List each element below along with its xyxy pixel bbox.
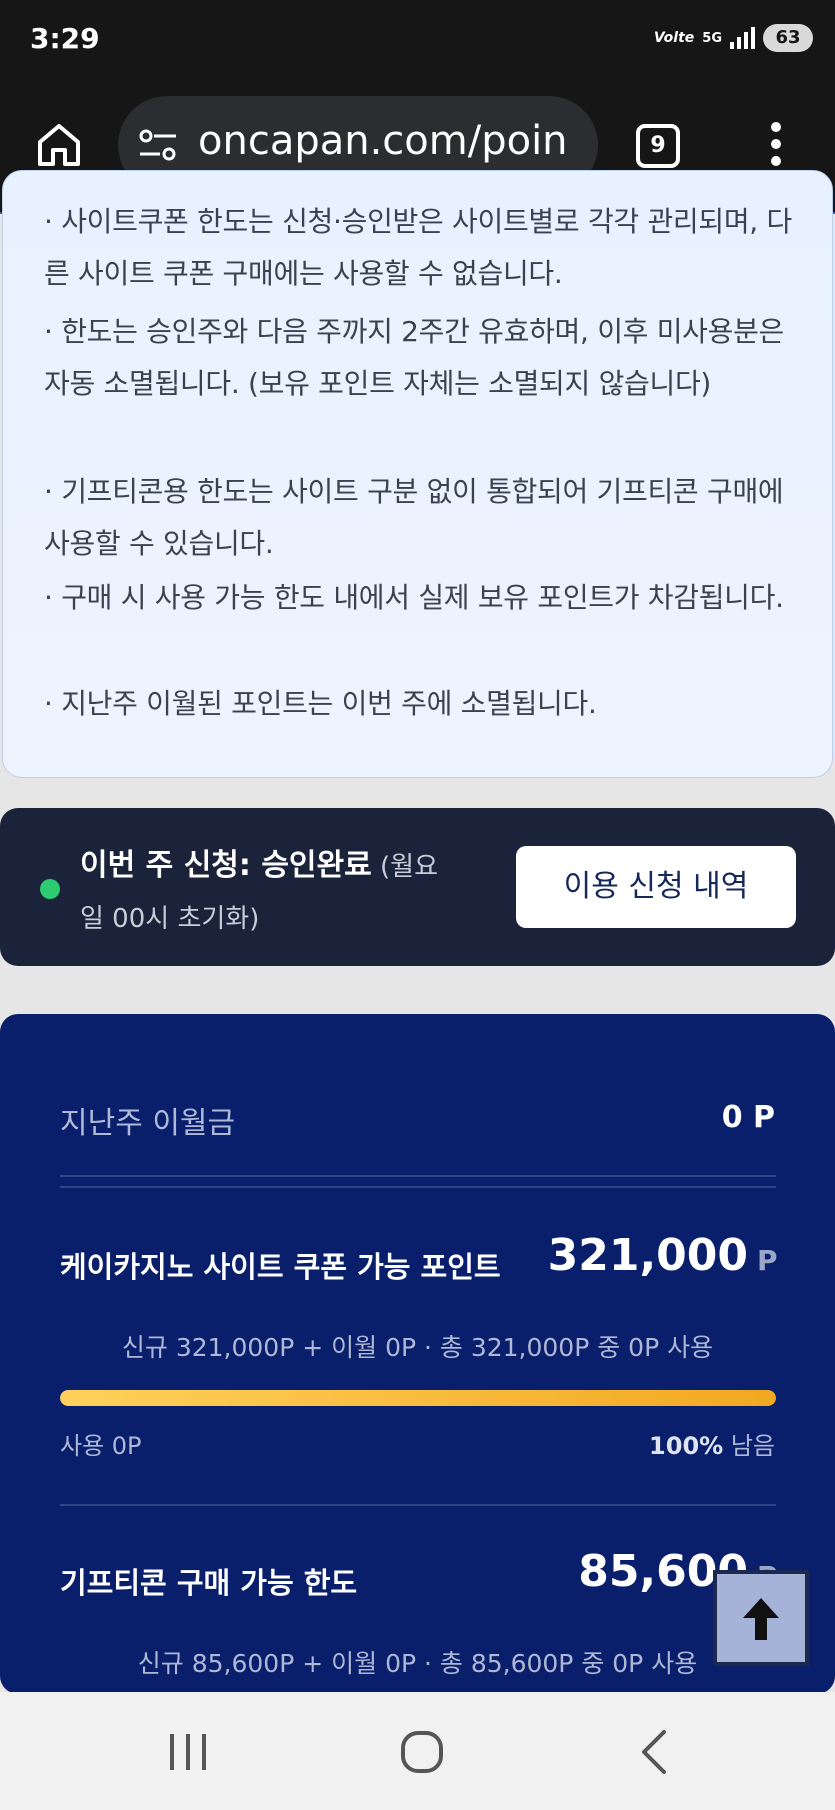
apply-history-button[interactable]: 이용 신청 내역 <box>516 846 796 928</box>
back-icon[interactable] <box>626 1722 686 1782</box>
divider <box>60 1504 776 1506</box>
notice-item: · 기프티콘용 한도는 사이트 구분 없이 통합되어 기프티콘 구매에 사용할 … <box>44 475 784 560</box>
notice-item: · 지난주 이월된 포인트는 이번 주에 소멸됩니다. <box>44 687 597 720</box>
remaining-pct: 100% <box>649 1432 724 1460</box>
carryover-value: 0 P <box>721 1100 775 1135</box>
status-icons: Volte 5G 63 <box>654 24 813 52</box>
tune-icon[interactable] <box>138 128 178 162</box>
remaining-label: 100% 남음 <box>649 1426 775 1461</box>
site-coupon-value: 321,000 <box>547 1230 748 1281</box>
status-dot <box>40 879 60 899</box>
gifticon-desc: 신규 85,600P + 이월 0P · 총 85,600P 중 0P 사용 <box>137 1649 698 1678</box>
site-coupon-unit: P <box>757 1244 778 1277</box>
home-circle-icon[interactable] <box>392 1722 452 1782</box>
carryover-label: 지난주 이월금 <box>60 1106 236 1141</box>
status-time: 3:29 <box>30 22 100 55</box>
apply-status-text: 이번 주 신청: 승인완료 (월요일 00시 초기화) <box>80 840 460 945</box>
gifticon-label: 기프티콘 구매 가능 한도 <box>60 1566 358 1600</box>
site-coupon-progress <box>60 1390 776 1406</box>
remaining-suffix: 남음 <box>723 1432 775 1460</box>
status-bar: 3:29 Volte 5G 63 <box>0 0 835 82</box>
divider <box>60 1175 776 1177</box>
notice-item: · 사이트쿠폰 한도는 신청·승인받은 사이트별로 각각 관리되며, 다른 사이… <box>44 205 792 290</box>
battery-icon: 63 <box>763 24 813 52</box>
divider <box>60 1186 776 1188</box>
notice-item: · 구매 시 사용 가능 한도 내에서 실제 보유 포인트가 차감됩니다. <box>44 581 784 614</box>
recents-icon[interactable] <box>158 1722 218 1782</box>
signal-icon <box>730 27 755 49</box>
home-icon[interactable] <box>34 120 84 170</box>
more-vert-icon[interactable] <box>766 122 786 172</box>
site-coupon-label: 케이카지노 사이트 쿠폰 가능 포인트 <box>60 1250 501 1284</box>
url-text[interactable]: oncapan.com/poin <box>198 118 568 164</box>
site-coupon-desc: 신규 321,000P + 이월 0P · 총 321,000P 중 0P 사용 <box>121 1333 714 1362</box>
progress-fill <box>60 1390 776 1406</box>
scroll-top-button[interactable] <box>713 1570 809 1666</box>
used-label: 사용 0P <box>60 1432 142 1460</box>
notice-item: · 한도는 승인주와 다음 주까지 2주간 유효하며, 이후 미사용분은 자동 … <box>44 315 785 400</box>
volte-indicator: Volte <box>653 30 695 46</box>
apply-status-label: 이번 주 신청: 승인완료 <box>80 848 372 883</box>
system-nav-bar <box>0 1692 835 1810</box>
tabs-icon[interactable]: 9 <box>636 124 680 168</box>
arrow-up-icon <box>743 1598 779 1640</box>
network-5g-icon: 5G <box>702 30 722 46</box>
